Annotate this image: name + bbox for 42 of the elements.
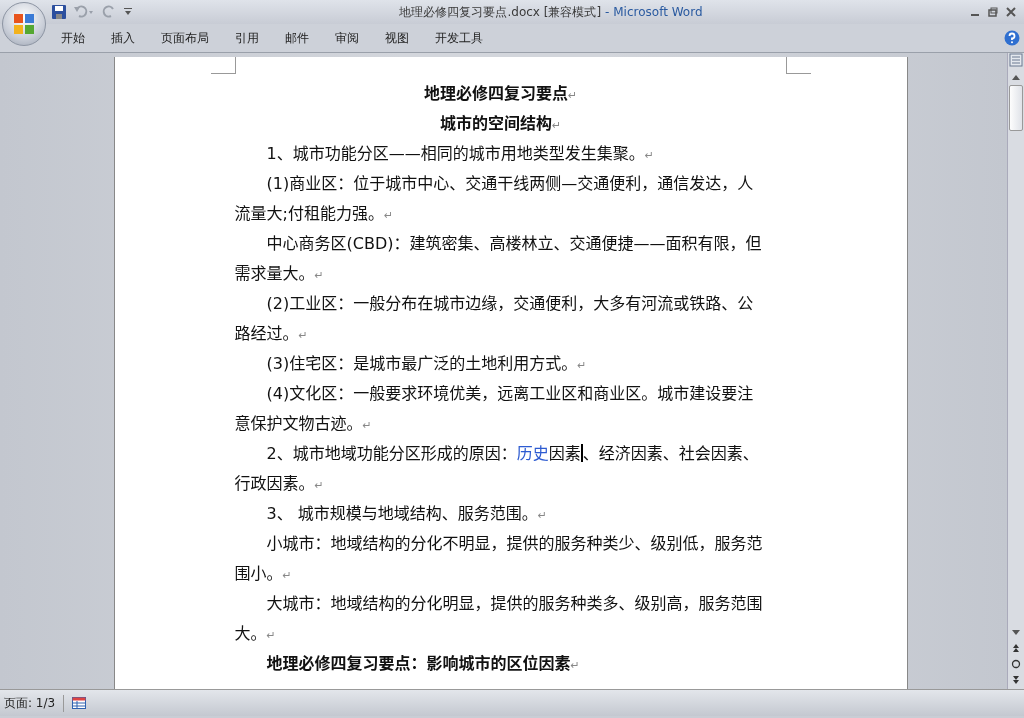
scroll-thumb[interactable]: [1009, 85, 1023, 131]
previous-page-icon[interactable]: [1011, 643, 1021, 653]
document-paragraph: 大城市：地域结构的分化明显，提供的服务种类多、级别高，服务范围大。↵: [234, 593, 764, 645]
document-paragraph: (1)商业区：位于城市中心、交通干线两侧—交通便利，通信发达，人流量大;付租能力强。↵: [234, 173, 755, 225]
ribbon-tab[interactable]: 页面布局: [148, 25, 222, 51]
ribbon-tab[interactable]: 插入: [98, 25, 148, 51]
app-name: - Microsoft Word: [605, 4, 703, 19]
document-paragraph: 1、城市功能分区——相同的城市用地类型发生集聚。↵: [265, 143, 655, 165]
crop-mark: [785, 57, 811, 74]
office-button[interactable]: [2, 2, 46, 46]
table-icon[interactable]: [72, 697, 87, 709]
next-page-icon[interactable]: [1011, 675, 1021, 685]
document-paragraph: 中心商务区(CBD)：建筑密集、高楼林立、交通便捷——面积有限，但需求量大。↵: [234, 233, 763, 285]
ribbon-tab[interactable]: 审阅: [322, 25, 372, 51]
crop-mark: [210, 57, 236, 74]
dropdown-icon[interactable]: [124, 8, 132, 16]
ribbon-tab[interactable]: 视图: [372, 25, 422, 51]
document-paragraph: 地理必修四复习要点：影响城市的区位因素↵: [265, 653, 581, 675]
document-paragraph: 3、 城市规模与地域结构、服务范围。↵: [265, 503, 548, 525]
document-paragraph: 小城市：地域结构的分化不明显，提供的服务种类少、级别低，服务范围小。↵: [234, 533, 764, 585]
help-icon[interactable]: [1004, 30, 1020, 46]
logo: [12, 12, 36, 36]
ribbon-tab[interactable]: 引用: [222, 25, 272, 51]
page-count[interactable]: 页面: 1/3: [4, 694, 65, 712]
document-paragraph: (4)文化区：一般要求环境优美，远离工业区和商业区。城市建设要注意保护文物古迹。↵: [234, 383, 755, 435]
vertical-scrollbar[interactable]: [1007, 53, 1024, 689]
document-paragraph: 2、城市地域功能分区形成的原因：历史因素、经济因素、社会因素、行政因素。↵: [234, 443, 760, 495]
document-heading: 城市的空间结构↵: [438, 113, 563, 135]
document-paragraph: (2)工业区：一般分布在城市边缘，交通便利，大多有河流或铁路、公路经过。↵: [234, 293, 755, 345]
close-icon[interactable]: [1006, 7, 1016, 17]
ribbon-tab[interactable]: 开始: [48, 25, 98, 51]
document-paragraph: (3)住宅区：是城市最广泛的土地利用方式。↵: [265, 353, 588, 375]
restore-icon[interactable]: [988, 7, 998, 17]
ribbon-tab[interactable]: 邮件: [272, 25, 322, 51]
document-heading: 地理必修四复习要点↵: [422, 83, 579, 105]
ribbon-tab[interactable]: 开发工具: [422, 25, 496, 51]
browse-object-icon[interactable]: [1011, 659, 1021, 669]
scroll-up-icon[interactable]: [1011, 73, 1021, 81]
text-cursor: [580, 444, 583, 462]
scroll-down-icon[interactable]: [1011, 629, 1021, 637]
window-title: 地理必修四复习要点.docx [兼容模式]: [399, 4, 602, 19]
save-icon[interactable]: [52, 5, 66, 19]
